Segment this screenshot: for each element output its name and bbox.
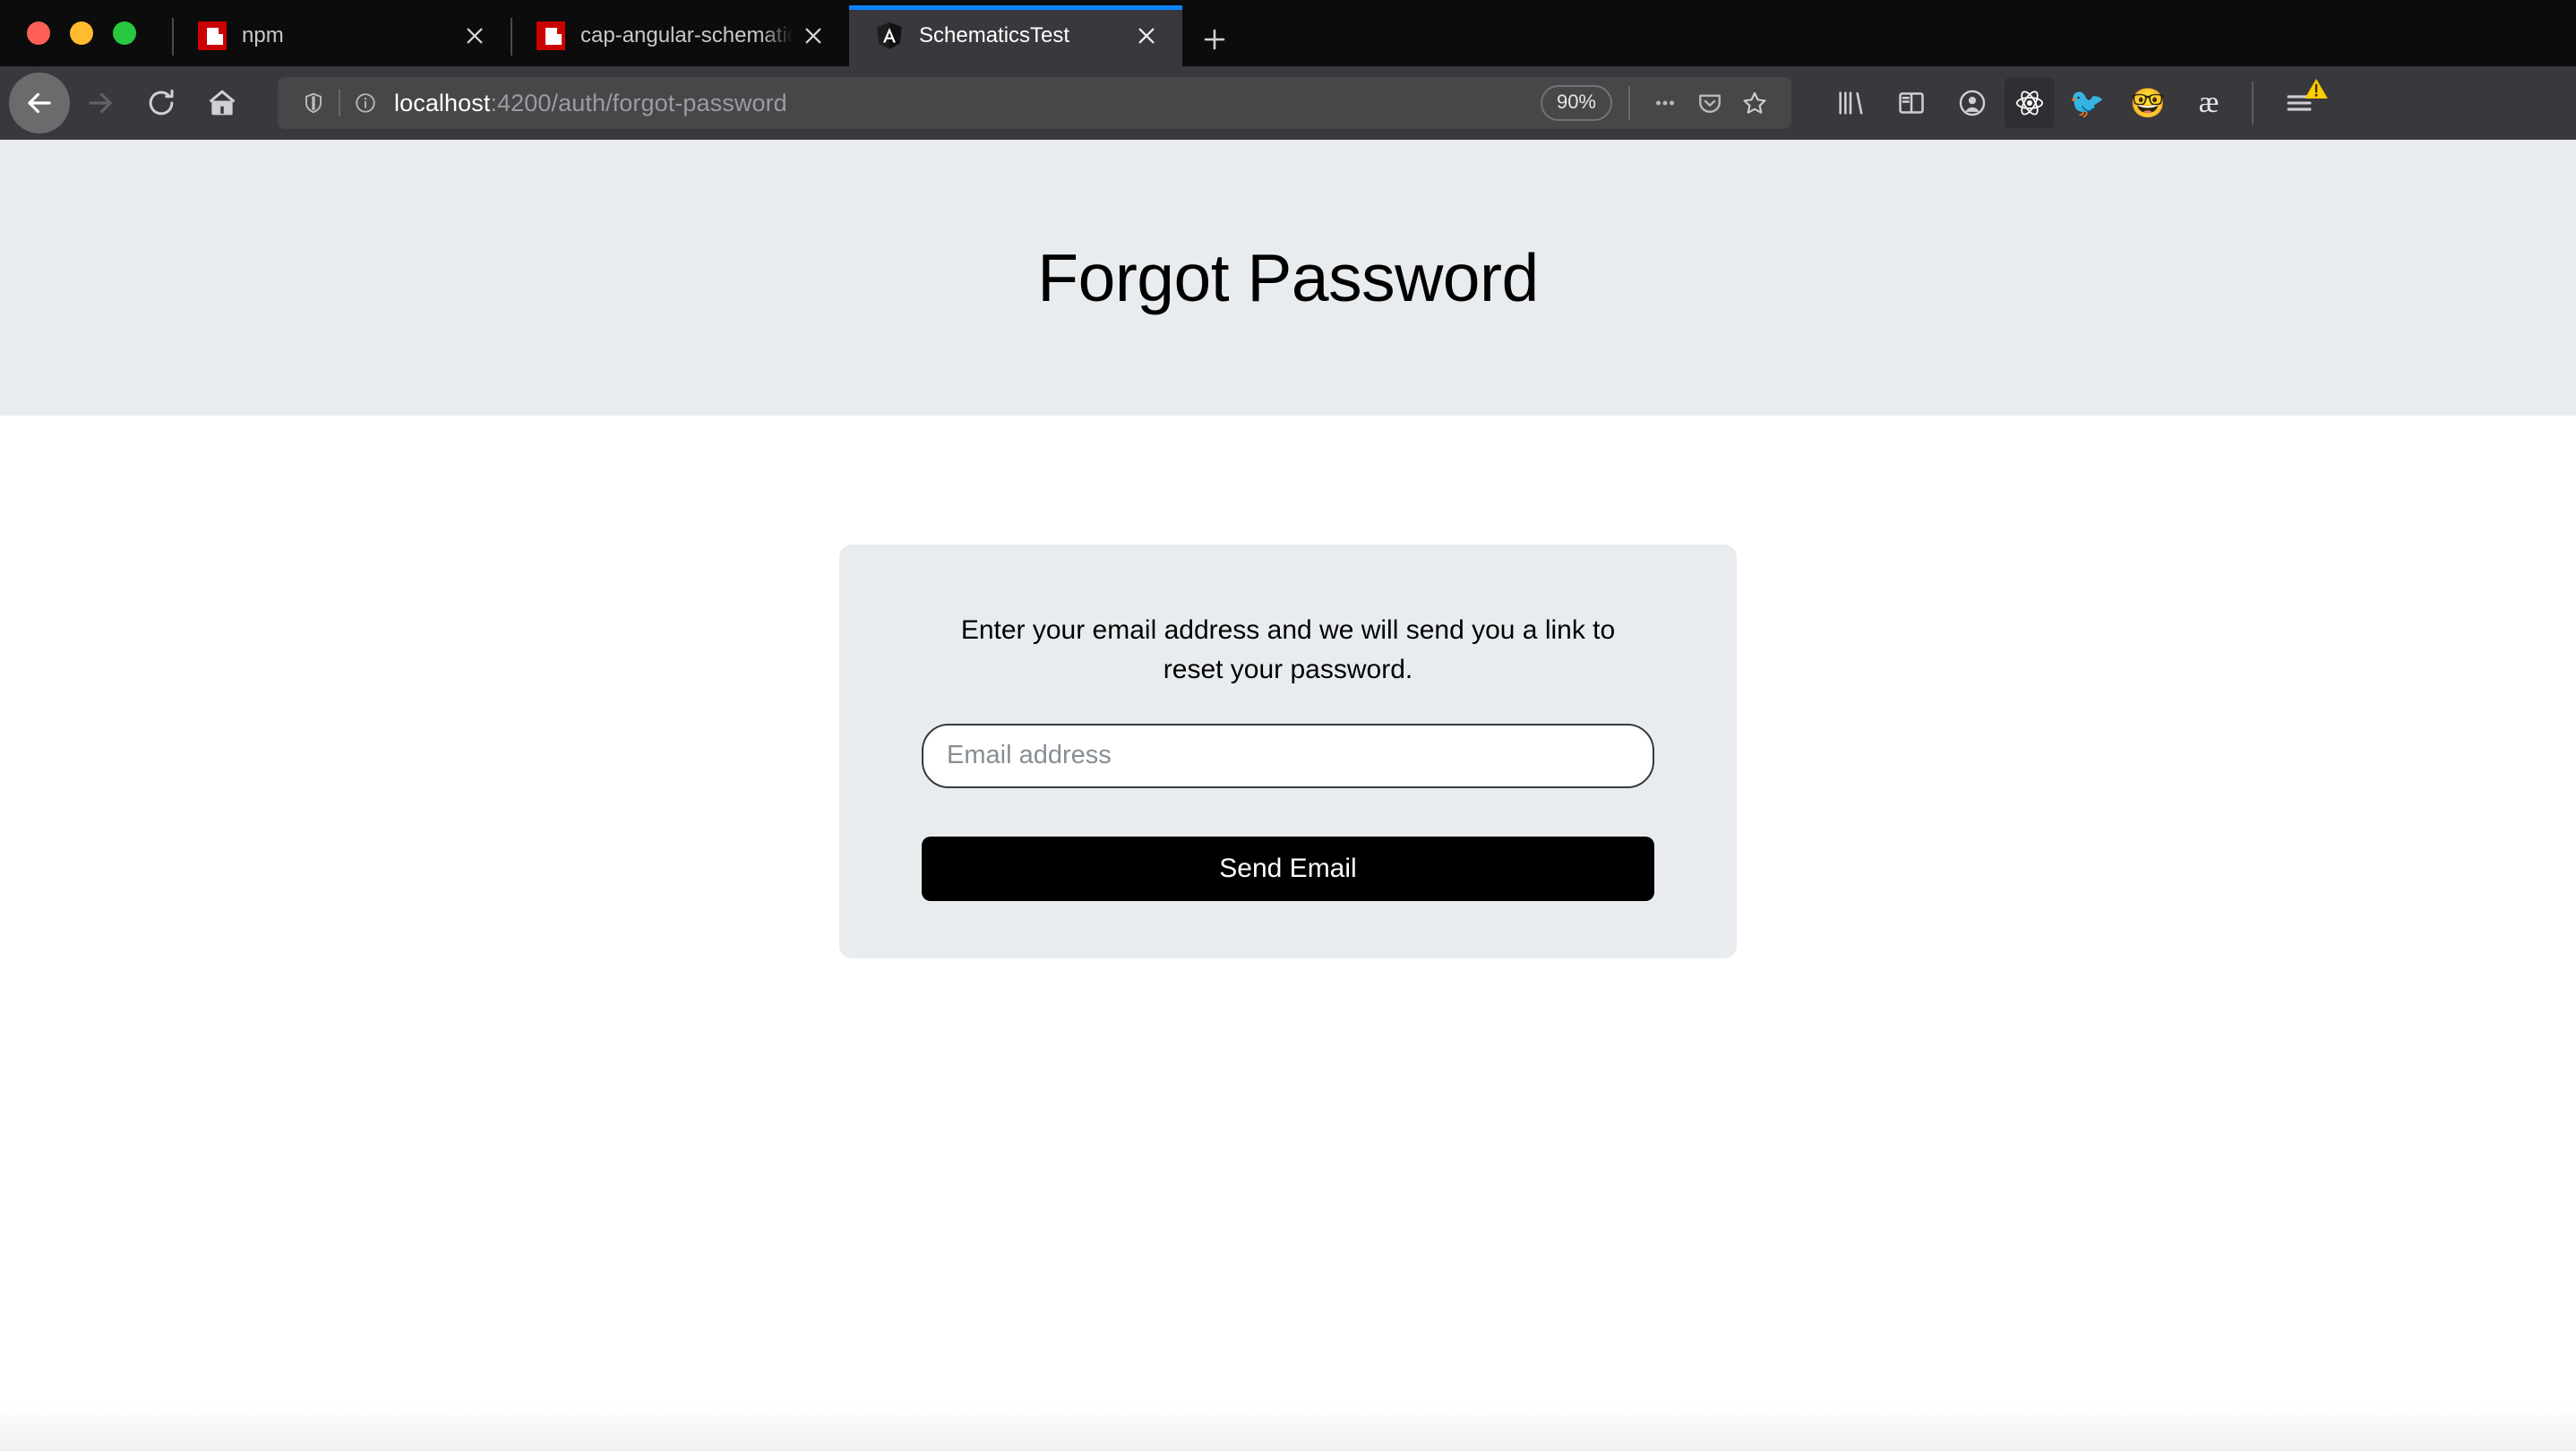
angular-favicon: [874, 21, 905, 51]
reload-button[interactable]: [131, 73, 192, 133]
tracking-protection-shield-icon[interactable]: [294, 83, 333, 123]
extension-face-icon[interactable]: 🤓: [2119, 74, 2177, 132]
warning-triangle-icon: [2304, 76, 2329, 106]
face-glyph: 🤓: [2130, 87, 2166, 119]
url-text[interactable]: localhost:4200/auth/forgot-password: [394, 90, 1541, 117]
url-host: localhost: [394, 89, 491, 116]
page-title: Forgot Password: [1037, 240, 1539, 315]
extension-bird-icon[interactable]: 🐦: [2058, 74, 2116, 132]
urlbar-actions-divider: [1628, 86, 1630, 120]
new-tab-button[interactable]: [1188, 13, 1241, 66]
close-tab-button[interactable]: [1129, 18, 1164, 54]
email-input[interactable]: [922, 723, 1654, 788]
npm-favicon: [536, 21, 566, 51]
bookmark-star-icon[interactable]: [1732, 81, 1777, 125]
tab-title: SchematicsTest: [919, 23, 1070, 47]
ae-glyph: æ: [2198, 86, 2220, 119]
react-devtools-icon[interactable]: [2005, 78, 2055, 128]
tab-title: cap-angular-schematic-auth-a: [580, 23, 795, 47]
navigation-toolbar: localhost:4200/auth/forgot-password 90%: [0, 66, 2576, 140]
page-actions-icon[interactable]: [1643, 81, 1687, 125]
minimize-window-button[interactable]: [70, 21, 93, 45]
page-bottom-strip: [0, 1404, 2576, 1451]
urlbar-divider: [339, 90, 340, 116]
app-menu-button[interactable]: [2268, 74, 2331, 132]
toolbar-extensions: 🐦 🤓 æ: [1822, 74, 2331, 132]
sidebar-icon[interactable]: [1883, 74, 1940, 132]
library-icon[interactable]: [1822, 74, 1879, 132]
page-info-icon[interactable]: [346, 83, 385, 123]
forgot-password-card: Enter your email address and we will sen…: [839, 545, 1737, 958]
toolbar-divider: [2252, 82, 2254, 124]
pocket-icon[interactable]: [1687, 81, 1732, 125]
browser-window: npm cap-angular-schematic-auth-a: [0, 0, 2576, 1451]
url-path: :4200/auth/forgot-password: [490, 89, 787, 116]
window-controls: [0, 0, 172, 66]
zoom-level-indicator[interactable]: 90%: [1540, 85, 1612, 121]
page-content: Forgot Password Enter your email address…: [0, 140, 2576, 1451]
account-icon[interactable]: [1944, 74, 2001, 132]
send-email-button[interactable]: Send Email: [922, 836, 1654, 901]
tab-schematics-test[interactable]: SchematicsTest: [849, 5, 1182, 66]
tab-npm[interactable]: npm: [172, 5, 511, 66]
card-description: Enter your email address and we will sen…: [960, 615, 1616, 684]
address-bar[interactable]: localhost:4200/auth/forgot-password 90%: [278, 77, 1791, 129]
back-button[interactable]: [9, 73, 70, 133]
forward-button: [70, 73, 131, 133]
tab-strip: npm cap-angular-schematic-auth-a: [0, 0, 2576, 66]
home-button[interactable]: [192, 73, 253, 133]
tab-cap-angular-schematic-auth[interactable]: cap-angular-schematic-auth-a: [511, 5, 849, 66]
close-window-button[interactable]: [27, 21, 50, 45]
npm-favicon: [197, 21, 228, 51]
extension-ae-icon[interactable]: æ: [2180, 74, 2237, 132]
close-tab-button[interactable]: [457, 18, 493, 54]
maximize-window-button[interactable]: [113, 21, 136, 45]
page-hero-banner: Forgot Password: [0, 140, 2576, 416]
close-tab-button[interactable]: [795, 18, 831, 54]
bird-glyph: 🐦: [2069, 87, 2105, 119]
card-inner: Enter your email address and we will sen…: [922, 611, 1654, 901]
tab-title: npm: [242, 23, 284, 47]
